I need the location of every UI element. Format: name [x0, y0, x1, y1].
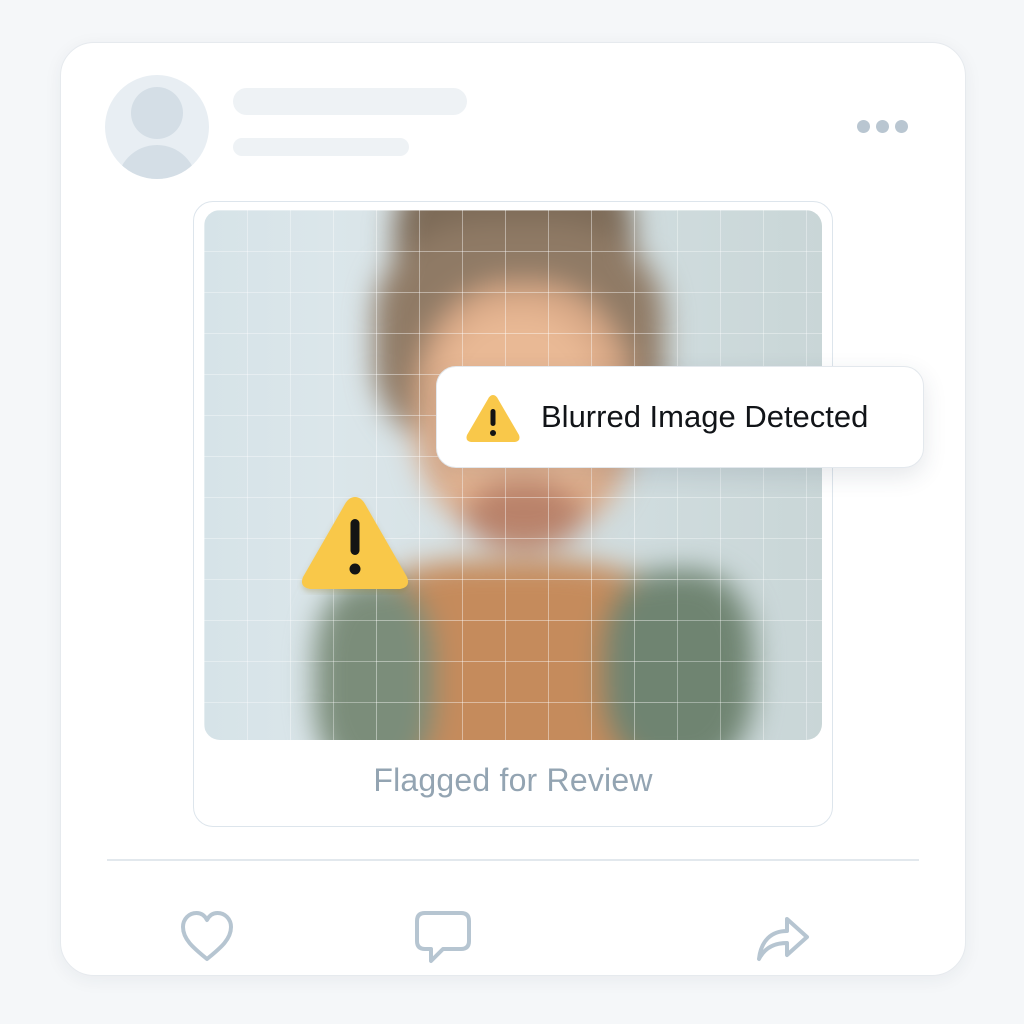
more-options-button[interactable]	[857, 117, 913, 135]
post-card: Flagged for Review	[60, 42, 966, 976]
author-name-placeholder	[233, 88, 467, 115]
warning-triangle-icon	[466, 395, 520, 442]
more-horizontal-icon	[857, 119, 870, 133]
share-button[interactable]	[751, 907, 811, 967]
media-frame: Flagged for Review	[193, 201, 833, 827]
comment-icon	[415, 911, 471, 963]
share-arrow-icon	[757, 917, 809, 961]
blur-detected-toast: Blurred Image Detected	[436, 366, 924, 468]
flagged-caption: Flagged for Review	[373, 762, 653, 798]
warning-triangle-icon	[301, 497, 409, 589]
like-button[interactable]	[177, 907, 237, 967]
blurred-image[interactable]	[204, 210, 822, 740]
post-meta-placeholder	[233, 138, 409, 156]
toast-message: Blurred Image Detected	[541, 399, 869, 434]
actions-divider	[107, 859, 919, 861]
comment-button[interactable]	[413, 907, 473, 967]
user-avatar-icon[interactable]	[105, 75, 209, 179]
heart-icon	[181, 911, 233, 961]
